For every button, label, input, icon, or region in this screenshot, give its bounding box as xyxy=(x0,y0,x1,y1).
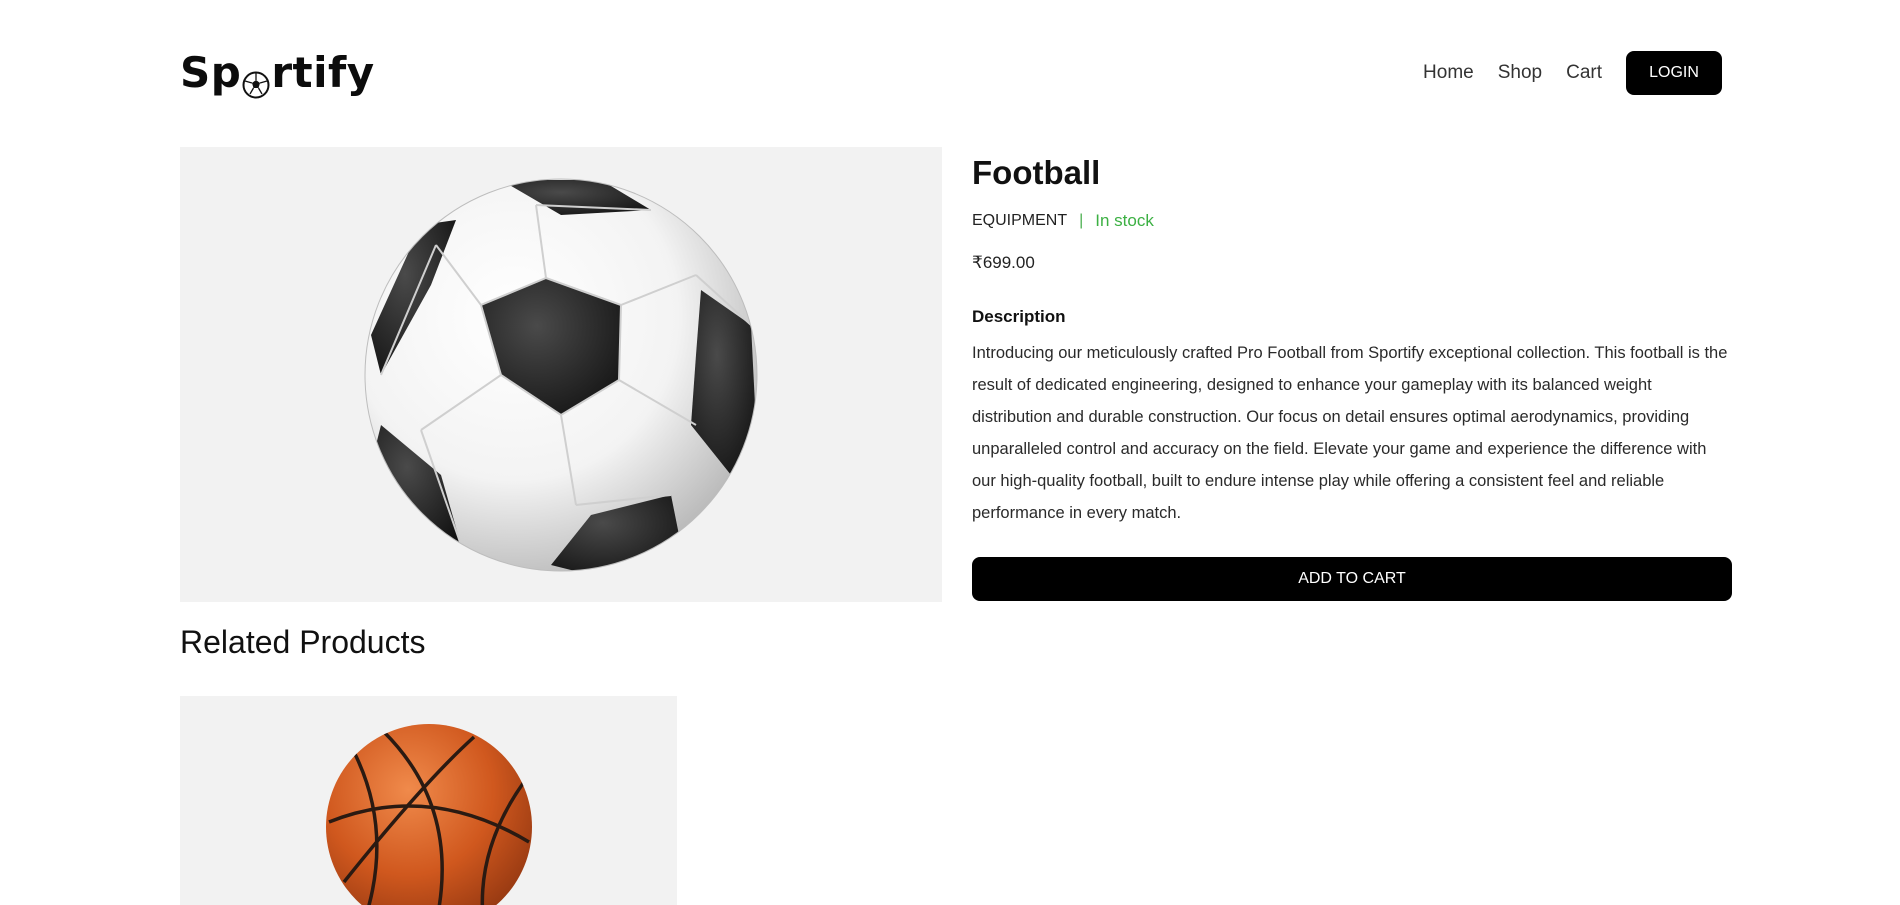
nav-home-link[interactable]: Home xyxy=(1423,62,1474,84)
site-header: Sp rtify Home Shop Cart LOGIN xyxy=(180,48,1722,99)
logo-text-prefix: Sp xyxy=(180,48,242,97)
soccer-ball-image xyxy=(364,178,758,571)
product-image-panel xyxy=(180,147,942,602)
product-page: Sp rtify Home Shop Cart LOGIN Football E… xyxy=(0,0,1900,905)
basketball-image xyxy=(326,724,532,905)
product-category[interactable]: EQUIPMENT xyxy=(972,212,1067,230)
related-product-card[interactable] xyxy=(180,696,677,905)
main-nav: Home Shop Cart LOGIN xyxy=(1423,51,1722,95)
description-heading: Description xyxy=(972,307,1066,327)
product-description: Introducing our meticulously crafted Pro… xyxy=(972,344,1728,523)
meta-separator: | xyxy=(1079,212,1084,230)
product-details: Football EQUIPMENT | In stock ₹699.00 De… xyxy=(972,154,1732,529)
logo-ball-icon xyxy=(242,64,270,99)
stock-status: In stock xyxy=(1095,211,1154,231)
sportify-logo[interactable]: Sp rtify xyxy=(180,48,375,99)
nav-cart-link[interactable]: Cart xyxy=(1566,62,1602,84)
related-products-heading: Related Products xyxy=(180,624,426,660)
login-button[interactable]: LOGIN xyxy=(1626,51,1722,95)
add-to-cart-button[interactable]: ADD TO CART xyxy=(972,557,1732,601)
product-price: ₹699.00 xyxy=(972,253,1035,273)
product-meta: EQUIPMENT | In stock xyxy=(972,211,1732,231)
nav-shop-link[interactable]: Shop xyxy=(1498,62,1542,84)
product-title: Football xyxy=(972,154,1101,191)
logo-text-suffix: rtify xyxy=(271,48,375,97)
